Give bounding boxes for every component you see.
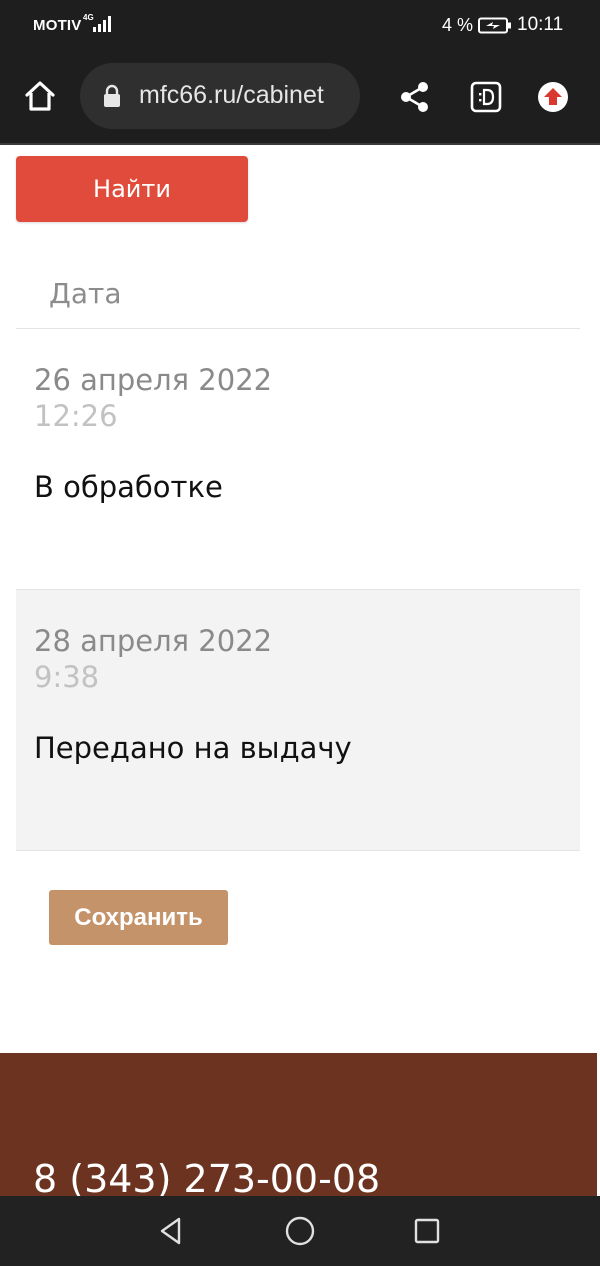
row-divider [16, 850, 580, 851]
tab-switcher-button[interactable] [466, 77, 506, 117]
carrier-name: MOTIV [33, 17, 82, 34]
share-button[interactable] [395, 76, 435, 118]
battery-percent: 4 % [442, 15, 474, 35]
home-icon [285, 1216, 315, 1246]
history-row: 28 апреля 2022 9:38 Передано на выдачу [16, 590, 580, 850]
lock-icon [104, 84, 120, 107]
nav-home-button[interactable] [282, 1213, 318, 1249]
update-icon [538, 82, 568, 112]
browser-home-button[interactable] [20, 76, 60, 116]
back-icon [160, 1217, 181, 1245]
footer-phone-number[interactable]: 8 (343) 273-00-08 [33, 1157, 380, 1196]
status-clock: 10:11 [517, 14, 564, 35]
browser-toolbar: mfc66.ru/cabinet [0, 52, 600, 145]
site-footer: 8 (343) 273-00-08 [0, 1053, 597, 1196]
system-navigation-bar [0, 1196, 600, 1266]
nav-recents-button[interactable] [409, 1213, 445, 1249]
history-time: 12:26 [34, 399, 118, 433]
history-date: 28 апреля 2022 [34, 624, 273, 658]
nav-back-button[interactable] [153, 1213, 189, 1249]
find-button[interactable]: Найти [16, 156, 248, 222]
date-column-header: Дата [49, 277, 122, 310]
history-status: Передано на выдачу [34, 731, 352, 765]
history-date: 26 апреля 2022 [34, 363, 273, 397]
battery-charging-icon [478, 17, 511, 34]
address-bar[interactable]: mfc66.ru/cabinet [80, 63, 360, 129]
history-status: В обработке [34, 470, 223, 504]
signal-icon [93, 16, 111, 32]
history-time: 9:38 [34, 660, 100, 694]
page-content: Найти Дата 26 апреля 2022 12:26 В обрабо… [0, 147, 600, 1053]
phone-screen: MOTIV 4G 4 % 10:11 mfc66.ru/cabinet Найт… [0, 0, 600, 1266]
share-icon [401, 82, 428, 112]
home-icon [25, 81, 55, 111]
url-text: mfc66.ru/cabinet [139, 81, 324, 109]
recents-icon [414, 1218, 440, 1244]
status-bar: MOTIV 4G 4 % 10:11 [0, 0, 600, 52]
update-button[interactable] [533, 77, 573, 117]
history-row: 26 апреля 2022 12:26 В обработке [16, 329, 580, 589]
save-button[interactable]: Сохранить [49, 890, 228, 945]
tab-switcher-icon [470, 81, 502, 113]
